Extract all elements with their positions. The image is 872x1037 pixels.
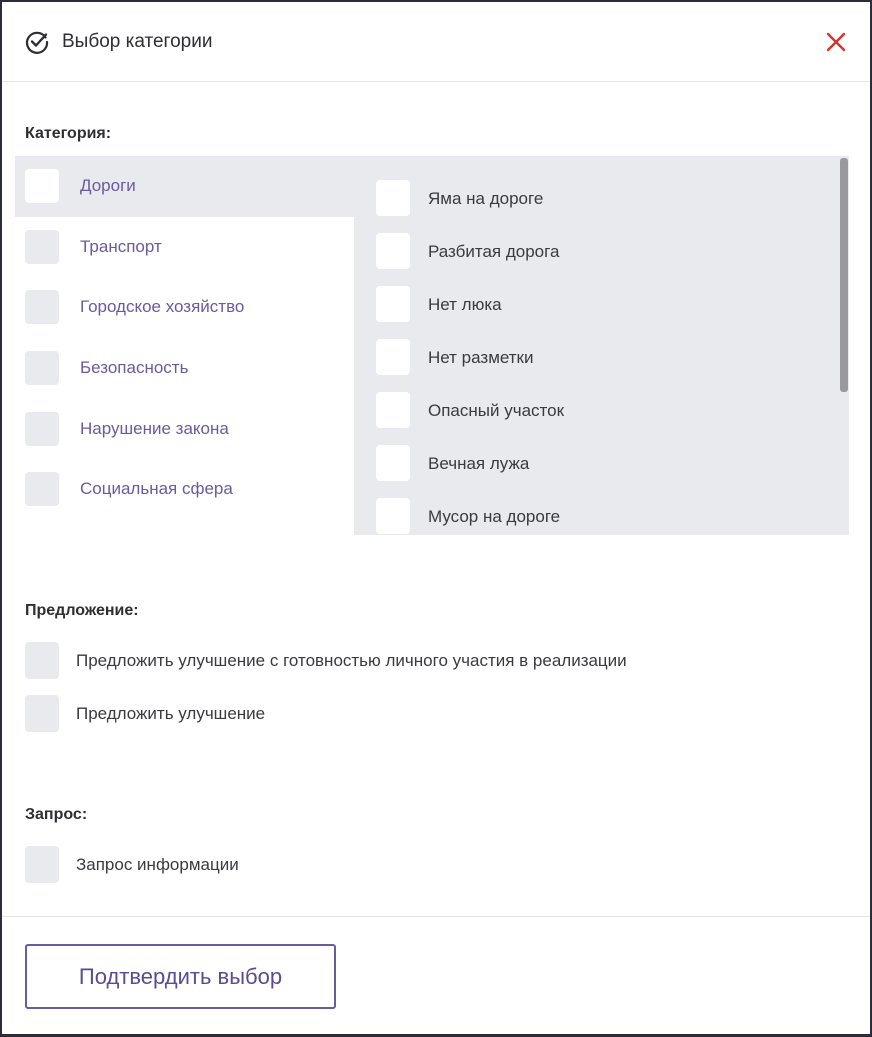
category-item-social[interactable]: Социальная сфера [15, 459, 355, 520]
dialog-header: Выбор категории [2, 2, 870, 82]
subcategory-label: Яма на дороге [428, 189, 544, 208]
category-checkbox[interactable] [25, 169, 59, 203]
option-label: Предложить улучшение с готовностью лично… [76, 651, 627, 670]
subcategory-checkbox[interactable] [376, 339, 410, 375]
category-checkbox[interactable] [25, 290, 59, 324]
subcategory-checkbox[interactable] [376, 445, 410, 481]
subcategory-checkbox[interactable] [376, 498, 410, 534]
dialog-title: Выбор категории [62, 31, 213, 52]
subcategory-label: Нет разметки [428, 348, 534, 367]
option-checkbox[interactable] [25, 642, 59, 679]
category-item-law-violation[interactable]: Нарушение закона [15, 399, 355, 460]
proposal-option-with-participation[interactable]: Предложить улучшение с готовностью лично… [25, 642, 845, 680]
subcategory-item[interactable]: Вечная лужа [354, 445, 834, 498]
subcategory-item[interactable]: Яма на дороге [354, 180, 834, 233]
category-checkbox[interactable] [25, 472, 59, 506]
subcategory-item[interactable]: Нет люка [354, 286, 834, 339]
dialog-footer: Подтвердить выбор [2, 916, 870, 1034]
subcategory-checkbox[interactable] [376, 233, 410, 269]
subcategory-item[interactable]: Нет разметки [354, 339, 834, 392]
category-label: Нарушение закона [80, 419, 229, 438]
proposal-option-improvement[interactable]: Предложить улучшение [25, 695, 845, 733]
option-label: Предложить улучшение [76, 704, 266, 723]
category-label: Городское хозяйство [80, 297, 245, 316]
subcategory-item[interactable]: Разбитая дорога [354, 233, 834, 286]
category-checkbox[interactable] [25, 412, 59, 446]
scrollbar-thumb[interactable] [840, 158, 848, 392]
category-list: Дороги Транспорт Городское хозяйство Без… [15, 156, 355, 535]
subcategory-checkbox[interactable] [376, 180, 410, 216]
category-checkbox[interactable] [25, 230, 59, 264]
option-checkbox[interactable] [25, 695, 59, 732]
subcategory-item[interactable]: Мусор на дороге [354, 498, 834, 535]
category-dialog: Выбор категории Категория: Дороги Трансп… [2, 2, 870, 1034]
category-section-label: Категория: [25, 125, 112, 142]
proposal-section-label: Предложение: [25, 602, 139, 619]
check-circle-icon [24, 29, 50, 55]
subcategory-checkbox[interactable] [376, 286, 410, 322]
category-checkbox[interactable] [25, 351, 59, 385]
request-option-information[interactable]: Запрос информации [25, 846, 845, 884]
confirm-selection-button[interactable]: Подтвердить выбор [25, 944, 336, 1009]
category-picker: Дороги Транспорт Городское хозяйство Без… [15, 156, 849, 535]
category-label: Безопасность [80, 358, 189, 377]
request-section-label: Запрос: [25, 806, 88, 823]
subcategory-list: Яма на дороге Разбитая дорога Нет люка Н… [354, 156, 849, 535]
option-checkbox[interactable] [25, 846, 59, 883]
subcategory-label: Вечная лужа [428, 454, 530, 473]
subcategory-checkbox[interactable] [376, 392, 410, 428]
category-label: Транспорт [80, 237, 162, 256]
category-label: Социальная сфера [80, 479, 233, 498]
category-item-roads[interactable]: Дороги [15, 156, 355, 217]
category-item-city-services[interactable]: Городское хозяйство [15, 277, 355, 338]
subcategory-label: Нет люка [428, 295, 502, 314]
category-item-safety[interactable]: Безопасность [15, 338, 355, 399]
category-label: Дороги [80, 176, 136, 195]
subcategory-item[interactable]: Опасный участок [354, 392, 834, 445]
subcategory-scrollbar[interactable] [837, 156, 849, 535]
subcategory-label: Опасный участок [428, 401, 565, 420]
subcategory-label: Разбитая дорога [428, 242, 560, 261]
close-button[interactable] [822, 28, 850, 56]
subcategory-label: Мусор на дороге [428, 507, 561, 526]
close-icon[interactable] [822, 28, 850, 56]
option-label: Запрос информации [76, 855, 239, 874]
category-item-transport[interactable]: Транспорт [15, 217, 355, 278]
